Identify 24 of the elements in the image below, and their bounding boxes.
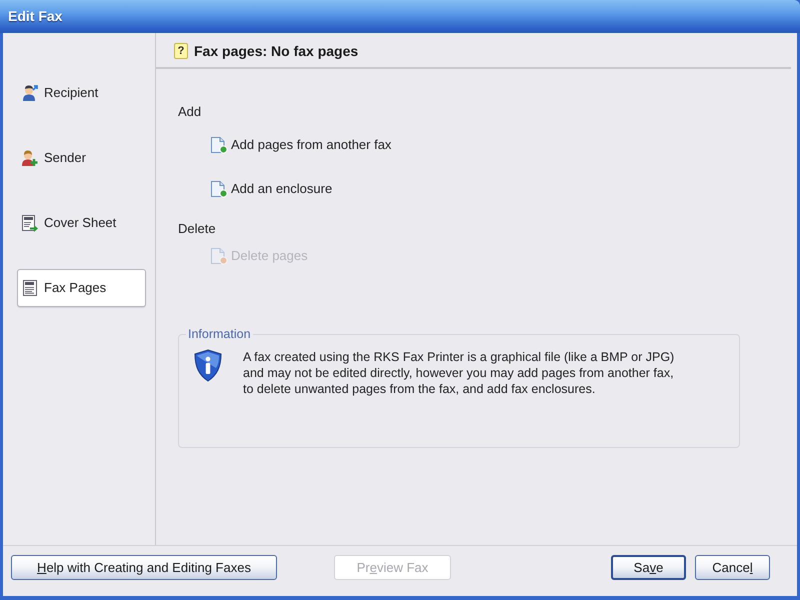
- window-title: Edit Fax: [8, 7, 62, 26]
- sidebar-item[interactable]: Fax Pages: [17, 269, 146, 307]
- question-mark-note: ?: [174, 43, 188, 59]
- page-minus-icon: [210, 247, 228, 265]
- person-plus-icon: [21, 149, 39, 167]
- sidebar-item[interactable]: Cover Sheet: [17, 204, 146, 242]
- help-button[interactable]: Help with Creating and Editing Faxes: [11, 555, 277, 580]
- fax-sheet-arrow-icon: [21, 214, 39, 232]
- info-text: A fax created using the RKS Fax Printer is a graphical file (like a BMP or JPG) and may not be edited directly, however you may add pages from another fax, to delete unwanted pages from the fax, and add fax enclosures.: [243, 349, 676, 397]
- section-heading: Delete: [178, 221, 216, 237]
- info-legend: Information: [186, 327, 253, 341]
- page-plus-icon: [210, 136, 228, 154]
- page-heading: Fax pages: No fax pages: [194, 42, 358, 61]
- action-link[interactable]: Add pages from another fax: [210, 136, 392, 154]
- info-shield-icon: [193, 349, 223, 382]
- fax-sheet-icon: [21, 279, 39, 297]
- save-button[interactable]: Save: [611, 555, 686, 580]
- person-arrow-icon: [21, 84, 39, 102]
- cancel-button[interactable]: Cancel: [695, 555, 770, 580]
- section-heading: Add: [178, 104, 202, 120]
- sidebar-item[interactable]: Recipient: [17, 74, 146, 112]
- action-link[interactable]: Add an enclosure: [210, 180, 332, 198]
- sidebar-item[interactable]: Sender: [17, 139, 146, 177]
- page-plus-icon: [210, 180, 228, 198]
